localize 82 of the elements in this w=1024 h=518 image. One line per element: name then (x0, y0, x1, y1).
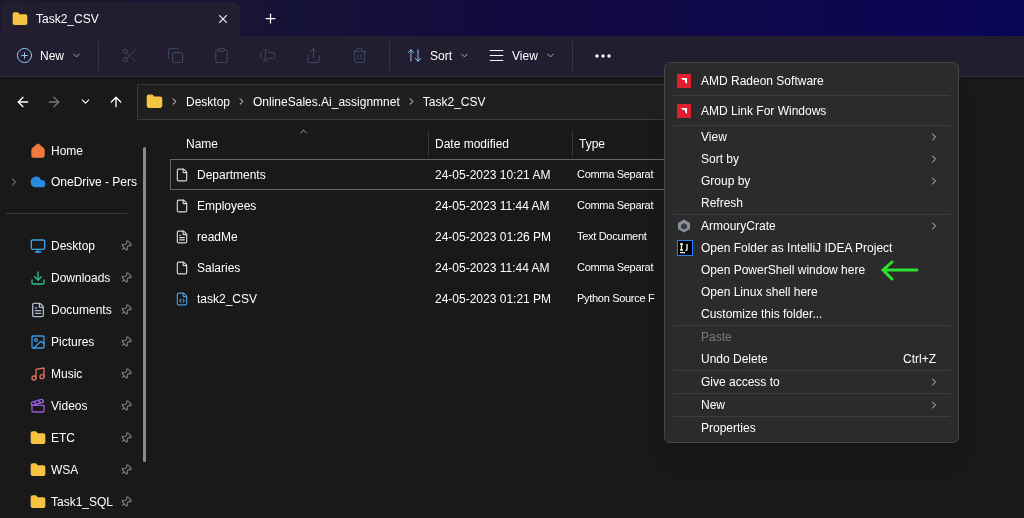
file-name: readMe (197, 228, 238, 246)
file-name: Salaries (197, 259, 241, 277)
date-cell-text: 24-05-2023 11:44 AM (434, 259, 551, 277)
video-icon (30, 398, 46, 414)
menu-item[interactable]: Open PowerShell window here (673, 259, 950, 281)
toolbar-button[interactable]: Sort (398, 39, 479, 72)
python-file-icon (175, 291, 189, 306)
type-cell-text: Text Document (577, 229, 647, 245)
menu-item[interactable]: Group by (673, 170, 950, 192)
desktop-icon (30, 238, 46, 254)
sidebar-item[interactable]: Downloads (0, 262, 150, 294)
file-row[interactable]: Employees 24-05-2023 11:44 AM Comma Separat (170, 190, 670, 221)
file-row[interactable]: task2_CSV 24-05-2023 01:21 PM Python Source F (170, 283, 670, 314)
menu-item[interactable]: New (673, 394, 950, 416)
scrollbar[interactable] (143, 147, 146, 462)
forward-icon (46, 94, 62, 110)
column-header[interactable]: Date modified (428, 132, 572, 156)
app-logo-icon (677, 73, 691, 88)
menu-item[interactable]: ArmouryCrate (673, 215, 950, 237)
file-icon (175, 260, 189, 275)
date-cell-text: 24-05-2023 10:21 AM (434, 166, 552, 184)
new-tab-icon[interactable] (262, 11, 278, 27)
menu-item[interactable]: Open Linux shell here (673, 281, 950, 303)
file-name: Departments (197, 166, 266, 184)
hexagon-icon (677, 219, 691, 233)
type-cell-text: Comma Separat (577, 198, 654, 214)
sidebar-item[interactable]: OneDrive - Pers (0, 166, 150, 197)
folder-icon (30, 462, 46, 478)
breadcrumb[interactable]: Desktop (186, 93, 231, 111)
type-cell-text: Comma Separat (577, 260, 654, 276)
up-icon (108, 94, 124, 110)
sidebar-item[interactable]: Documents (0, 294, 150, 326)
app-logo-icon (677, 103, 691, 118)
download-icon (30, 270, 46, 286)
menu-item[interactable]: Customize this folder... (673, 303, 950, 325)
file-icon (175, 198, 189, 213)
type-cell-text: Comma Separat (577, 167, 654, 183)
folder-icon (146, 93, 163, 111)
file-name: Employees (197, 197, 257, 215)
home-icon (30, 142, 46, 159)
file-icon (175, 167, 189, 182)
text-file-icon (175, 229, 189, 244)
sidebar-item[interactable]: Task1_SQL (0, 486, 150, 518)
sidebar-item[interactable]: Music (0, 358, 150, 390)
menu-item[interactable]: View (673, 126, 950, 148)
tab-title: Task2_CSV (36, 10, 100, 28)
menu-item[interactable]: Sort by (673, 148, 950, 170)
menu-item[interactable]: Properties (673, 417, 950, 439)
back-icon (15, 94, 31, 110)
file-name: task2_CSV (197, 290, 258, 308)
menu-item[interactable]: Open Folder as IntelliJ IDEA Project (673, 237, 950, 259)
breadcrumb[interactable]: OnlineSales.Ai_assignmnet (253, 93, 400, 111)
music-icon (30, 366, 46, 382)
menu-item[interactable]: Undo Delete Ctrl+Z (673, 348, 950, 370)
date-cell-text: 24-05-2023 01:26 PM (434, 228, 553, 246)
file-row[interactable]: readMe 24-05-2023 01:26 PM Text Document (170, 221, 670, 252)
date-cell-text: 24-05-2023 11:44 AM (434, 197, 551, 215)
shortcut-label: Ctrl+Z (903, 351, 936, 368)
type-cell-text: Python Source F (577, 291, 655, 307)
picture-icon (30, 334, 46, 350)
column-header[interactable]: Name (170, 132, 428, 156)
sidebar-item[interactable]: Pictures (0, 326, 150, 358)
sidebar-item[interactable]: Home (0, 135, 150, 166)
file-row[interactable]: Salaries 24-05-2023 11:44 AM Comma Separat (170, 252, 670, 283)
app-logo-icon (677, 240, 693, 256)
sidebar-item[interactable]: Desktop (0, 230, 150, 262)
date-cell-text: 24-05-2023 01:21 PM (434, 290, 553, 308)
breadcrumb[interactable]: Task2_CSV (422, 93, 486, 111)
sidebar-item[interactable]: Videos (0, 390, 150, 422)
folder-icon (30, 430, 46, 446)
toolbar-button[interactable]: New (8, 39, 90, 72)
folder-icon (30, 494, 46, 510)
folder-icon (12, 10, 28, 27)
menu-item[interactable]: Give access to (673, 371, 950, 393)
document-icon (30, 302, 46, 318)
menu-item[interactable]: Refresh (673, 192, 950, 214)
tab[interactable]: Task2_CSV (2, 1, 240, 36)
annotation-arrow-drawing (880, 259, 920, 281)
menu-item[interactable]: AMD Link For Windows (673, 96, 950, 125)
toolbar-button[interactable]: View (480, 39, 564, 72)
sidebar-item[interactable]: WSA (0, 454, 150, 486)
sidebar-item[interactable]: ETC (0, 422, 150, 454)
